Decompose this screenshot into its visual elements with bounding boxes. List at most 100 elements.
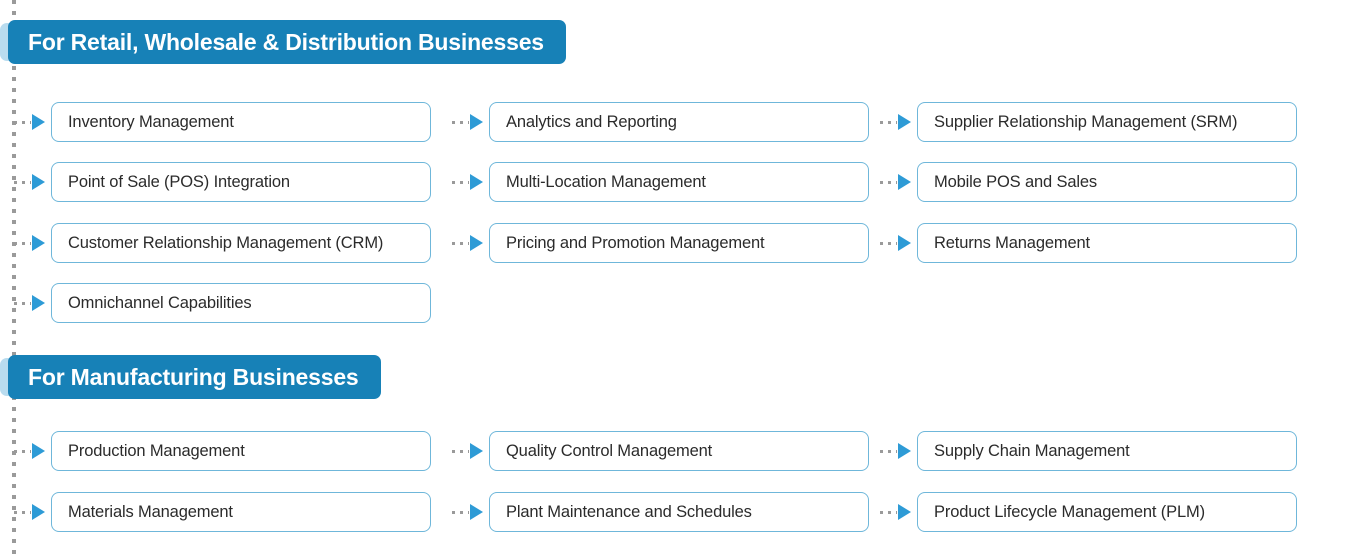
- arrow-icon: [470, 235, 483, 251]
- dotted-line: [14, 510, 31, 514]
- feature-box[interactable]: Supplier Relationship Management (SRM): [917, 102, 1297, 142]
- connector-arrow: [452, 162, 483, 202]
- arrow-icon: [898, 235, 911, 251]
- arrow-icon: [470, 504, 483, 520]
- dotted-line: [14, 449, 31, 453]
- flow-cell[interactable]: Materials Management: [14, 492, 431, 532]
- arrow-icon: [898, 443, 911, 459]
- connector-arrow: [452, 492, 483, 532]
- feature-box-label: Pricing and Promotion Management: [506, 233, 765, 252]
- flow-cell[interactable]: Inventory Management: [14, 102, 431, 142]
- section-header-manufacturing: For Manufacturing Businesses: [8, 355, 381, 399]
- arrow-icon: [470, 114, 483, 130]
- flow-cell[interactable]: Supplier Relationship Management (SRM): [880, 102, 1297, 142]
- dotted-line: [452, 241, 469, 245]
- dotted-line: [452, 120, 469, 124]
- arrow-icon: [32, 114, 45, 130]
- feature-box[interactable]: Supply Chain Management: [917, 431, 1297, 471]
- feature-box-label: Quality Control Management: [506, 441, 713, 460]
- flow-cell[interactable]: Plant Maintenance and Schedules: [452, 492, 869, 532]
- dotted-line: [14, 120, 31, 124]
- connector-arrow: [14, 492, 45, 532]
- feature-box-label: Inventory Management: [68, 112, 234, 131]
- feature-box[interactable]: Analytics and Reporting: [489, 102, 869, 142]
- feature-box[interactable]: Production Management: [51, 431, 431, 471]
- feature-box-label: Production Management: [68, 441, 245, 460]
- feature-box[interactable]: Omnichannel Capabilities: [51, 283, 431, 323]
- arrow-icon: [32, 235, 45, 251]
- feature-box-label: Returns Management: [934, 233, 1090, 252]
- arrow-icon: [898, 174, 911, 190]
- feature-box-label: Supplier Relationship Management (SRM): [934, 112, 1238, 131]
- section-header-retail: For Retail, Wholesale & Distribution Bus…: [8, 20, 566, 64]
- flow-cell[interactable]: Mobile POS and Sales: [880, 162, 1297, 202]
- flow-cell[interactable]: Supply Chain Management: [880, 431, 1297, 471]
- dotted-line: [880, 180, 897, 184]
- dotted-line: [880, 241, 897, 245]
- arrow-icon: [470, 174, 483, 190]
- section-header-retail-label: For Retail, Wholesale & Distribution Bus…: [28, 28, 544, 55]
- connector-arrow: [14, 102, 45, 142]
- arrow-icon: [32, 504, 45, 520]
- flow-cell[interactable]: Omnichannel Capabilities: [14, 283, 431, 323]
- feature-box[interactable]: Pricing and Promotion Management: [489, 223, 869, 263]
- connector-arrow: [880, 492, 911, 532]
- connector-arrow: [452, 431, 483, 471]
- feature-box-label: Plant Maintenance and Schedules: [506, 502, 752, 521]
- flow-cell[interactable]: Pricing and Promotion Management: [452, 223, 869, 263]
- flow-cell[interactable]: Product Lifecycle Management (PLM): [880, 492, 1297, 532]
- feature-box[interactable]: Product Lifecycle Management (PLM): [917, 492, 1297, 532]
- dotted-line: [452, 510, 469, 514]
- flow-cell[interactable]: Point of Sale (POS) Integration: [14, 162, 431, 202]
- dotted-line: [452, 180, 469, 184]
- feature-box[interactable]: Materials Management: [51, 492, 431, 532]
- flow-cell[interactable]: Production Management: [14, 431, 431, 471]
- dotted-line: [880, 510, 897, 514]
- connector-arrow: [880, 102, 911, 142]
- arrow-icon: [32, 443, 45, 459]
- connector-arrow: [880, 431, 911, 471]
- arrow-icon: [32, 174, 45, 190]
- dotted-line: [14, 301, 31, 305]
- feature-box-label: Omnichannel Capabilities: [68, 293, 252, 312]
- feature-box-label: Materials Management: [68, 502, 233, 521]
- feature-box-label: Analytics and Reporting: [506, 112, 677, 131]
- dotted-line: [452, 449, 469, 453]
- dotted-line: [14, 241, 31, 245]
- connector-arrow: [880, 162, 911, 202]
- feature-box[interactable]: Mobile POS and Sales: [917, 162, 1297, 202]
- connector-arrow: [14, 283, 45, 323]
- flow-cell[interactable]: Analytics and Reporting: [452, 102, 869, 142]
- arrow-icon: [32, 295, 45, 311]
- feature-box-label: Mobile POS and Sales: [934, 172, 1098, 191]
- feature-box[interactable]: Quality Control Management: [489, 431, 869, 471]
- connector-arrow: [880, 223, 911, 263]
- feature-box[interactable]: Multi-Location Management: [489, 162, 869, 202]
- vertical-dotted-spine: [12, 0, 16, 560]
- arrow-icon: [470, 443, 483, 459]
- flow-cell[interactable]: Returns Management: [880, 223, 1297, 263]
- dotted-line: [880, 449, 897, 453]
- feature-box[interactable]: Point of Sale (POS) Integration: [51, 162, 431, 202]
- arrow-icon: [898, 504, 911, 520]
- connector-arrow: [14, 162, 45, 202]
- section-header-manufacturing-label: For Manufacturing Businesses: [28, 363, 359, 390]
- flow-cell[interactable]: Quality Control Management: [452, 431, 869, 471]
- feature-box-label: Point of Sale (POS) Integration: [68, 172, 290, 191]
- arrow-icon: [898, 114, 911, 130]
- connector-arrow: [452, 102, 483, 142]
- dotted-line: [14, 180, 31, 184]
- feature-box[interactable]: Returns Management: [917, 223, 1297, 263]
- feature-box[interactable]: Customer Relationship Management (CRM): [51, 223, 431, 263]
- connector-arrow: [14, 223, 45, 263]
- feature-box[interactable]: Plant Maintenance and Schedules: [489, 492, 869, 532]
- feature-box-label: Multi-Location Management: [506, 172, 706, 191]
- connector-arrow: [452, 223, 483, 263]
- feature-box-label: Customer Relationship Management (CRM): [68, 233, 384, 252]
- flow-cell[interactable]: Customer Relationship Management (CRM): [14, 223, 431, 263]
- feature-box[interactable]: Inventory Management: [51, 102, 431, 142]
- flow-cell[interactable]: Multi-Location Management: [452, 162, 869, 202]
- connector-arrow: [14, 431, 45, 471]
- dotted-line: [880, 120, 897, 124]
- feature-box-label: Supply Chain Management: [934, 441, 1130, 460]
